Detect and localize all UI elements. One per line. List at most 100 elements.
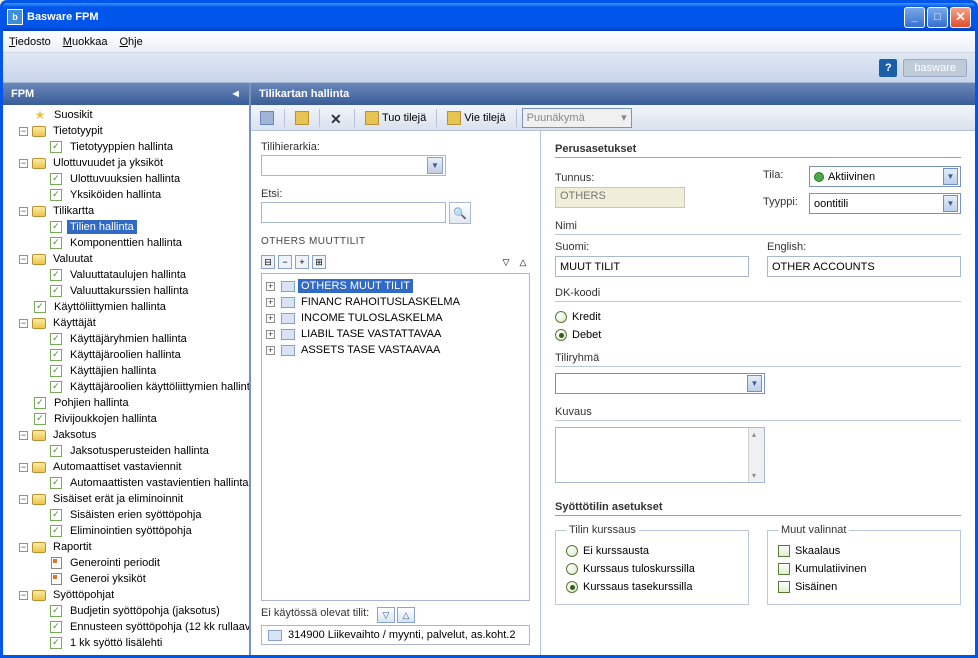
maximize-button[interactable]: □ <box>927 7 948 28</box>
radio-rate-balance[interactable]: Kurssaus tasekurssilla <box>566 578 738 596</box>
nav-item[interactable]: −Ulottuvuudet ja yksiköt <box>3 155 249 171</box>
brand-button[interactable]: basware <box>903 59 967 77</box>
nav-item[interactable]: Jaksotusperusteiden hallinta <box>3 443 249 459</box>
account-item[interactable]: +LIABIL TASE VASTATTAVAA <box>266 326 525 342</box>
menu-edit[interactable]: Muokkaa <box>63 36 108 48</box>
tree-toggle-icon[interactable]: − <box>19 159 28 168</box>
unused-list[interactable]: 314900 Liikevaihto / myynti, palvelut, a… <box>261 625 530 645</box>
tree-toggle-icon[interactable]: + <box>266 346 275 355</box>
tree-up-icon[interactable]: △ <box>516 255 530 269</box>
tree-btn-2[interactable]: − <box>278 255 292 269</box>
nav-item[interactable]: Valuuttataulujen hallinta <box>3 267 249 283</box>
nav-item[interactable]: Tilien hallinta <box>3 219 249 235</box>
nav-item[interactable]: Tietotyyppien hallinta <box>3 139 249 155</box>
nav-item[interactable]: Yksiköiden hallinta <box>3 187 249 203</box>
content-title: Tilikartan hallinta <box>251 83 975 105</box>
account-item[interactable]: +FINANC RAHOITUSLASKELMA <box>266 294 525 310</box>
search-button[interactable]: 🔍 <box>449 202 471 224</box>
content: Tilikartan hallinta ✕ Tuo tilejä Vie til… <box>251 83 975 655</box>
menu-file[interactable]: Tiedosto <box>9 36 51 48</box>
tree-toggle-icon[interactable]: − <box>19 495 28 504</box>
nav-item[interactable]: Käyttäjien hallinta <box>3 363 249 379</box>
import-button[interactable]: Tuo tilejä <box>360 108 431 128</box>
nav-item[interactable]: −Sisäiset erät ja eliminoinnit <box>3 491 249 507</box>
tree-btn-4[interactable]: ⊞ <box>312 255 326 269</box>
nav-item[interactable]: −Automaattiset vastaviennit <box>3 459 249 475</box>
folder-icon <box>31 156 47 170</box>
tree-toggle-icon[interactable]: − <box>19 207 28 216</box>
nav-item[interactable]: −Käyttäjät <box>3 315 249 331</box>
search-icon: 🔍 <box>453 207 467 220</box>
nav-item[interactable]: 1 kk syöttö lisälehti <box>3 635 249 651</box>
nav-item[interactable]: −Jaksotus <box>3 427 249 443</box>
minimize-button[interactable]: _ <box>904 7 925 28</box>
check-internal[interactable]: Sisäinen <box>778 578 950 596</box>
move-up-button[interactable]: △ <box>397 607 415 623</box>
tree-toggle-icon[interactable]: + <box>266 298 275 307</box>
group-combo[interactable]: ▼ <box>555 373 765 394</box>
nav-item[interactable]: Käyttäjäryhmien hallinta <box>3 331 249 347</box>
nav-item[interactable]: −Tilikartta <box>3 203 249 219</box>
tree-down-icon[interactable]: ▽ <box>499 255 513 269</box>
fi-input[interactable] <box>555 256 749 277</box>
radio-rate-income[interactable]: Kurssaus tuloskurssilla <box>566 560 738 578</box>
nav-item[interactable]: −Valuutat <box>3 251 249 267</box>
nav-item[interactable]: Generoi yksiköt <box>3 571 249 587</box>
tree-btn-1[interactable]: ⊟ <box>261 255 275 269</box>
status-combo[interactable]: Aktiivinen ▼ <box>809 166 961 187</box>
save-button[interactable] <box>255 108 279 128</box>
tree-toggle-icon[interactable]: + <box>266 330 275 339</box>
export-button[interactable]: Vie tilejä <box>442 108 510 128</box>
nav-item[interactable]: Sisäisten erien syöttöpohja <box>3 507 249 523</box>
nav-item[interactable]: Ulottuvuuksien hallinta <box>3 171 249 187</box>
new-button[interactable] <box>290 108 314 128</box>
nav-item[interactable]: Käyttäjäroolien käyttöliittymien hallint… <box>3 379 249 395</box>
type-combo[interactable]: oontitili ▼ <box>809 193 961 214</box>
tree-toggle-icon[interactable]: − <box>19 255 28 264</box>
hierarchy-combo[interactable]: ▼ <box>261 155 446 176</box>
tree-toggle-icon[interactable]: − <box>19 319 28 328</box>
account-item[interactable]: +INCOME TULOSLASKELMA <box>266 310 525 326</box>
search-input[interactable] <box>261 202 446 223</box>
nav-item[interactable]: Pohjien hallinta <box>3 395 249 411</box>
move-down-button[interactable]: ▽ <box>377 607 395 623</box>
desc-textarea[interactable] <box>555 427 765 483</box>
nav-item[interactable]: Generointi periodit <box>3 555 249 571</box>
radio-rate-none[interactable]: Ei kurssausta <box>566 542 738 560</box>
delete-button[interactable]: ✕ <box>325 108 349 128</box>
tree-btn-3[interactable]: + <box>295 255 309 269</box>
radio-kredit[interactable]: Kredit <box>555 308 961 326</box>
nav-item[interactable]: Budjetin syöttöpohja (jaksotus) <box>3 603 249 619</box>
nav-item[interactable]: Käyttäjäroolien hallinta <box>3 347 249 363</box>
nav-item[interactable]: −Tietotyypit <box>3 123 249 139</box>
tree-toggle-icon[interactable]: − <box>19 431 28 440</box>
tree-toggle-icon[interactable]: + <box>266 314 275 323</box>
tree-toggle-icon[interactable]: + <box>266 282 275 291</box>
nav-item[interactable]: Rivijoukkojen hallinta <box>3 411 249 427</box>
tree-toggle-icon[interactable]: − <box>19 463 28 472</box>
account-item[interactable]: +OTHERS MUUT TILIT <box>266 278 525 294</box>
nav-item[interactable]: Eliminointien syöttöpohja <box>3 523 249 539</box>
account-item[interactable]: +ASSETS TASE VASTAAVAA <box>266 342 525 358</box>
en-input[interactable] <box>767 256 961 277</box>
scrollbar[interactable] <box>748 428 764 482</box>
nav-item[interactable]: Valuuttakurssien hallinta <box>3 283 249 299</box>
close-button[interactable]: ✕ <box>950 7 971 28</box>
nav-item[interactable]: Komponenttien hallinta <box>3 235 249 251</box>
help-button[interactable]: ? <box>879 59 897 77</box>
check-scaling[interactable]: Skaalaus <box>778 542 950 560</box>
tree-toggle-icon[interactable]: − <box>19 127 28 136</box>
check-cumulative[interactable]: Kumulatiivinen <box>778 560 950 578</box>
menu-help[interactable]: Ohje <box>119 36 142 48</box>
nav-item[interactable]: −Raportit <box>3 539 249 555</box>
tree-toggle-icon[interactable]: − <box>19 591 28 600</box>
nav-item[interactable]: Käyttöliittymien hallinta <box>3 299 249 315</box>
sidebar-collapse-icon[interactable]: ◄ <box>230 88 241 100</box>
nav-item[interactable]: −Syöttöpohjat <box>3 587 249 603</box>
view-combo[interactable]: Puunäkymä▾ <box>522 108 632 128</box>
tree-toggle-icon[interactable]: − <box>19 543 28 552</box>
nav-item[interactable]: Ennusteen syöttöpohja (12 kk rullaava) <box>3 619 249 635</box>
nav-item[interactable]: ★Suosikit <box>3 107 249 123</box>
nav-item[interactable]: Automaattisten vastavientien hallinta <box>3 475 249 491</box>
radio-debet[interactable]: Debet <box>555 326 961 344</box>
